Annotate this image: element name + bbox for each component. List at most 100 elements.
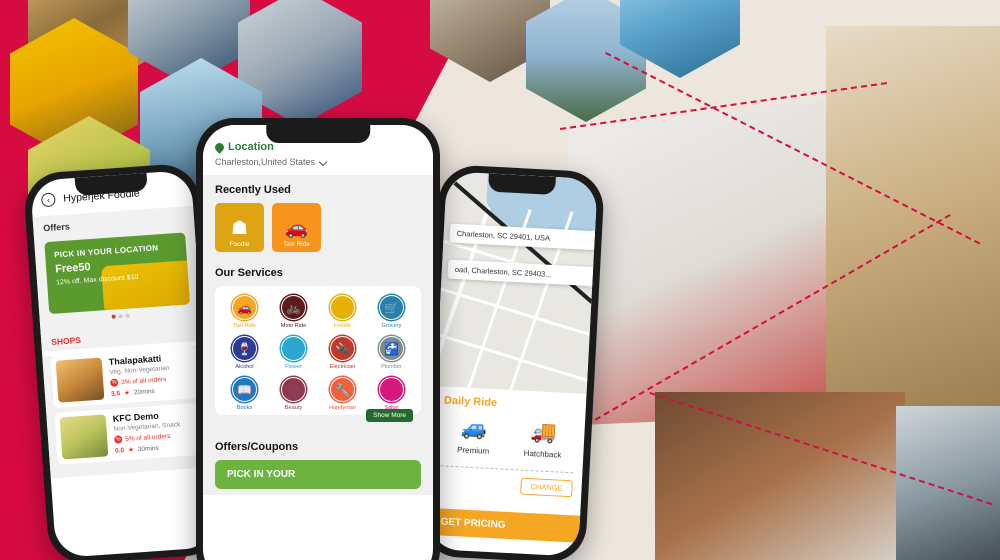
service-alcohol[interactable]: 🍷 Alcohol xyxy=(221,336,268,370)
shop-meta: 3.5 ★ 20mins xyxy=(111,386,171,398)
back-arrow-icon[interactable]: ‹ xyxy=(40,192,56,208)
map-street xyxy=(435,331,598,394)
offer-banner[interactable]: PICK IN YOUR xyxy=(215,460,421,489)
service-handyman[interactable]: 🔧 Handyman xyxy=(319,377,366,411)
service-label: Moto Ride xyxy=(280,323,307,329)
electrician-panel-photo xyxy=(896,406,1000,560)
shop-rating: 3.5 xyxy=(110,389,121,398)
panel-warehouse-worker xyxy=(826,26,1000,406)
shop-time: 30mins xyxy=(137,444,160,453)
car-option-hatchback[interactable]: 🚚 Hatchback xyxy=(511,420,576,460)
shop-offer-text: 3% of all orders xyxy=(121,375,167,386)
basket-icon: 🛒 xyxy=(379,295,404,320)
service-label: Handyman xyxy=(328,405,357,411)
service-books[interactable]: 📖 Books xyxy=(221,377,268,411)
our-services-heading: Our Services xyxy=(215,267,283,279)
car-icon: 🚗 xyxy=(284,218,309,239)
divider xyxy=(440,465,574,474)
shop-thumbnail xyxy=(55,357,105,403)
discount-icon: % xyxy=(110,378,119,387)
map-view[interactable]: Charleston, SC 29401, USA oad, Charlesto… xyxy=(435,171,598,394)
center-phone-mockup: Location Charleston,United States Recent… xyxy=(196,118,440,560)
bottle-glass-icon: 🍷 xyxy=(232,336,257,361)
dropoff-address-field[interactable]: oad, Charleston, SC 29403... xyxy=(447,259,598,287)
show-more-button[interactable]: Show More xyxy=(366,409,413,422)
promo-collage-stage: ‹ Hyperjek Foodie Offers PICK IN YOUR LO… xyxy=(0,0,1000,560)
phone-notch xyxy=(487,173,557,196)
recently-used-section: Recently Used ☗ Foodie 🚗 Taxi Ride xyxy=(203,175,433,258)
get-pricing-button[interactable]: GET PRICING xyxy=(427,507,581,543)
service-taxi-ride[interactable]: 🚗 Taxi Ride xyxy=(221,295,268,329)
location-value: Charleston,United States xyxy=(215,157,316,167)
warehouse-worker-photo xyxy=(826,26,1000,406)
panel-electrician xyxy=(896,406,1000,560)
recent-tile-foodie[interactable]: ☗ Foodie xyxy=(215,203,264,252)
service-label: Alcohol xyxy=(235,364,254,370)
offers-coupons-section: Offers/Coupons PICK IN YOUR xyxy=(203,429,433,495)
service-foodie[interactable]: ☗ Foodie xyxy=(319,295,366,329)
flower-icon: ❁ xyxy=(281,336,306,361)
carousel-dot-active[interactable] xyxy=(111,314,116,319)
recently-used-heading: Recently Used xyxy=(215,184,291,196)
hatchback-car-icon: 🚚 xyxy=(530,420,558,445)
service-salon[interactable]: ☙ Salon xyxy=(368,377,415,411)
table-row[interactable]: KFC Demo Non-Vegetarian, Snack % 5% of a… xyxy=(54,402,203,465)
service-plumber[interactable]: 🚰 Plumber xyxy=(368,336,415,370)
shop-rating: 0.0 xyxy=(114,446,125,455)
car-option-premium[interactable]: 🚙 Premium xyxy=(441,416,506,456)
phone-notch xyxy=(266,125,370,143)
shop-category: Veg, Non-Vegetarian xyxy=(109,364,170,376)
change-button[interactable]: CHANGE xyxy=(520,477,573,498)
location-selector[interactable]: Charleston,United States xyxy=(215,157,421,167)
service-label: Taxi Ride xyxy=(232,323,256,329)
beauty-icon: ❦ xyxy=(281,377,306,402)
service-label: Plumber xyxy=(381,364,402,370)
recently-used-list: ☗ Foodie 🚗 Taxi Ride xyxy=(215,203,421,252)
ride-section-heading: Daily Ride xyxy=(443,394,498,410)
sedan-car-icon: 🚙 xyxy=(460,416,488,441)
panel-grocery-delivery-man xyxy=(560,96,860,426)
location-pin-icon xyxy=(213,140,226,154)
left-phone-mockup: ‹ Hyperjek Foodie Offers PICK IN YOUR LO… xyxy=(22,162,225,560)
service-flower[interactable]: ❁ Flower xyxy=(270,336,317,370)
chevron-down-icon[interactable] xyxy=(318,157,328,167)
tools-icon: 🔧 xyxy=(330,377,355,402)
shop-offer-text: 5% of all orders xyxy=(124,432,171,443)
service-label: Beauty xyxy=(284,405,303,411)
discount-icon: % xyxy=(113,435,123,444)
shop-time: 20mins xyxy=(133,387,156,396)
shop-meta: 0.0 ★ 30mins xyxy=(115,442,182,455)
offers-coupons-heading: Offers/Coupons xyxy=(215,441,299,453)
recent-tile-label: Foodie xyxy=(229,241,250,248)
shops-list: Thalapakatti Veg, Non-Vegetarian % 3% of… xyxy=(42,345,212,479)
book-icon: 📖 xyxy=(232,377,257,402)
location-label: Location xyxy=(228,141,274,153)
carousel-dot[interactable] xyxy=(118,313,123,319)
service-grocery[interactable]: 🛒 Grocery xyxy=(368,295,415,329)
shop-offer: % 3% of all orders xyxy=(110,375,170,387)
star-icon: ★ xyxy=(127,446,135,454)
right-phone-mockup: Charleston, SC 29401, USA oad, Charlesto… xyxy=(419,163,606,560)
our-services-section: Our Services 🚗 Taxi Ride 🚲 Moto Ride ☗ F… xyxy=(203,258,433,429)
panel-door-handoff xyxy=(655,392,905,560)
service-label: Electrician xyxy=(329,364,356,370)
service-label: Flower xyxy=(285,364,302,370)
service-label: Grocery xyxy=(381,323,402,329)
recent-tile-label: Taxi Ride xyxy=(283,241,310,248)
chef-hat-icon: ☗ xyxy=(330,295,355,320)
table-row[interactable]: Thalapakatti Veg, Non-Vegetarian % 3% of… xyxy=(50,345,199,408)
car-option-label: Premium xyxy=(456,445,490,456)
service-label: Books xyxy=(236,405,253,411)
promo-card[interactable]: PICK IN YOUR LOCATION Free50 12% off. Ma… xyxy=(44,232,190,315)
recent-tile-taxi-ride[interactable]: 🚗 Taxi Ride xyxy=(272,203,321,252)
service-electrician[interactable]: 🔌 Electrician xyxy=(319,336,366,370)
hairdryer-icon: ☙ xyxy=(379,377,404,402)
services-grid: 🚗 Taxi Ride 🚲 Moto Ride ☗ Foodie 🛒 Groce… xyxy=(215,286,421,415)
service-moto-ride[interactable]: 🚲 Moto Ride xyxy=(270,295,317,329)
carousel-dot[interactable] xyxy=(125,313,130,318)
promo-taxi-illustration xyxy=(101,259,190,315)
chef-hat-icon: ☗ xyxy=(230,218,249,239)
service-beauty[interactable]: ❦ Beauty xyxy=(270,377,317,411)
car-type-list: 🚙 Premium 🚚 Hatchback xyxy=(441,416,576,460)
motorbike-icon: 🚲 xyxy=(281,295,306,320)
